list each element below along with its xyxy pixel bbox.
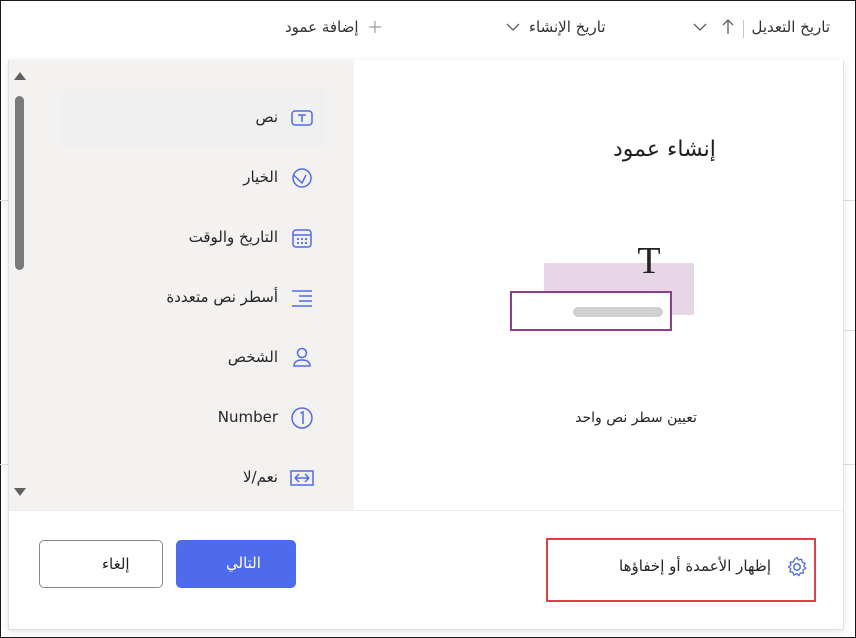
number-icon	[290, 406, 314, 430]
next-button-label: التالي	[226, 554, 261, 572]
column-type-label: Number	[217, 408, 278, 426]
column-type-datetime[interactable]: التاريخ والوقت	[62, 208, 326, 268]
column-type-choice[interactable]: الخيار	[62, 148, 326, 208]
cancel-button[interactable]: إلغاء	[39, 540, 163, 588]
sort-up-arrow-icon[interactable]	[720, 17, 736, 37]
column-type-label: الشخص	[227, 348, 278, 366]
plus-icon[interactable]	[367, 17, 383, 37]
column-type-label: التاريخ والوقت	[188, 228, 278, 246]
list-row-divider	[843, 330, 855, 331]
column-type-number[interactable]: Number	[62, 388, 326, 448]
list-row-divider	[843, 200, 855, 201]
text-box-icon	[290, 106, 314, 130]
column-header-created[interactable]: تاريخ الإنشاء	[529, 18, 606, 36]
column-type-multiline[interactable]: أسطر نص متعددة	[62, 268, 326, 328]
add-column-button[interactable]: إضافة عمود	[285, 18, 359, 36]
column-type-person[interactable]: الشخص	[62, 328, 326, 388]
list-row-divider	[0, 200, 8, 201]
list-row-divider	[843, 464, 855, 465]
column-type-list: نص الخيار التاريخ والوقت أسطر نص متعددة …	[62, 88, 326, 508]
choice-icon	[290, 166, 314, 190]
column-type-text[interactable]: نص	[62, 88, 326, 148]
multiline-text-icon	[290, 286, 314, 310]
list-row-divider	[0, 464, 8, 465]
person-icon	[290, 346, 314, 370]
column-type-label: نص	[255, 108, 278, 126]
scroll-down-arrow-icon[interactable]	[14, 488, 26, 496]
column-header-modified[interactable]: تاريخ التعديل	[751, 18, 830, 36]
chevron-down-icon[interactable]	[692, 17, 708, 37]
text-column-preview-illustration: T	[510, 243, 694, 331]
type-list-scrollbar[interactable]	[12, 68, 28, 504]
scroll-up-arrow-icon[interactable]	[14, 72, 26, 80]
calendar-icon	[290, 226, 314, 250]
column-header-bar: تاريخ التعديل تاريخ الإنشاء إضافة عمود	[0, 0, 856, 60]
yes-no-icon	[290, 466, 314, 490]
column-type-label: نعم/لا	[242, 468, 278, 486]
next-button[interactable]: التالي	[176, 540, 296, 588]
column-type-yes-no[interactable]: نعم/لا	[62, 448, 326, 508]
create-column-dialog: نص الخيار التاريخ والوقت أسطر نص متعددة …	[8, 60, 844, 630]
header-separator	[743, 20, 744, 38]
preview-glyph: T	[637, 243, 660, 282]
chevron-down-icon[interactable]	[505, 17, 521, 37]
preview-description: تعيين سطر نص واحد	[575, 410, 697, 426]
column-type-label: الخيار	[243, 168, 278, 186]
scrollbar-thumb[interactable]	[15, 96, 24, 270]
dialog-divider	[9, 510, 843, 511]
cancel-button-label: إلغاء	[102, 555, 130, 573]
dialog-title: إنشاء عمود	[613, 137, 716, 162]
highlight-annotation-box	[546, 538, 816, 602]
column-type-label: أسطر نص متعددة	[166, 288, 278, 306]
